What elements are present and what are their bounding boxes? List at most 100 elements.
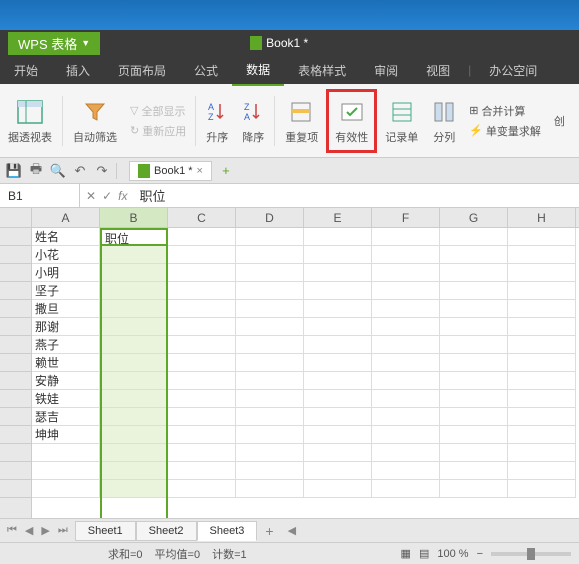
cell[interactable]: 姓名 [32,228,100,246]
row-header[interactable] [0,318,31,336]
cell[interactable] [440,336,508,354]
cell[interactable] [168,408,236,426]
cell[interactable] [508,372,576,390]
cell[interactable] [372,408,440,426]
cell[interactable]: 铁娃 [32,390,100,408]
cell[interactable]: 安静 [32,372,100,390]
view-page-icon[interactable]: ▤ [419,547,429,560]
col-header[interactable]: C [168,208,236,227]
cell[interactable] [168,282,236,300]
create-button[interactable]: 创 [548,89,571,153]
cell[interactable] [168,336,236,354]
fx-confirm-icon[interactable]: ✓ [102,189,112,203]
cell[interactable] [236,372,304,390]
consolidate-button[interactable]: ⊞合并计算 [468,102,542,120]
cell[interactable] [32,462,100,480]
sheet-nav-prev-icon[interactable]: ◀ [22,524,36,537]
cell[interactable] [236,390,304,408]
cell[interactable] [440,480,508,498]
cell[interactable] [100,408,168,426]
cell[interactable] [372,480,440,498]
cell[interactable] [304,408,372,426]
cell[interactable] [100,444,168,462]
document-tab[interactable]: Book1 * × [129,161,212,181]
cell[interactable] [372,282,440,300]
cell[interactable] [168,426,236,444]
row-header[interactable] [0,480,31,498]
cell[interactable] [508,462,576,480]
cell[interactable] [100,390,168,408]
cell[interactable] [304,462,372,480]
cell[interactable] [236,228,304,246]
select-all-corner[interactable] [0,208,32,228]
menu-start[interactable]: 开始 [0,56,52,85]
formula-input[interactable]: 职位 [133,186,171,205]
cell[interactable] [440,300,508,318]
menu-insert[interactable]: 插入 [52,56,104,85]
cell[interactable] [100,462,168,480]
cell[interactable] [508,354,576,372]
cell[interactable]: 那谢 [32,318,100,336]
cell[interactable]: 燕子 [32,336,100,354]
text-to-columns-button[interactable]: 分列 [426,89,462,153]
cell[interactable] [304,372,372,390]
cell[interactable] [372,390,440,408]
sheet-nav-last-icon[interactable]: ⏭ [55,524,71,537]
cell[interactable] [304,228,372,246]
cell[interactable] [236,426,304,444]
cell[interactable] [168,228,236,246]
cell[interactable] [236,336,304,354]
cell[interactable] [372,246,440,264]
sheet-tab[interactable]: Sheet2 [136,521,197,541]
zoom-out-icon[interactable]: − [477,548,483,560]
cell[interactable] [236,264,304,282]
cell[interactable] [372,228,440,246]
autofilter-button[interactable]: 自动筛选 [67,89,123,153]
cell[interactable] [440,264,508,282]
col-header[interactable]: E [304,208,372,227]
cell[interactable] [304,480,372,498]
cell[interactable] [440,462,508,480]
cell[interactable] [372,444,440,462]
cell[interactable] [508,480,576,498]
name-box[interactable]: B1 [0,184,80,207]
cell[interactable]: 小花 [32,246,100,264]
close-tab-icon[interactable]: × [197,165,203,177]
menu-tablestyle[interactable]: 表格样式 [284,56,360,85]
duplicates-button[interactable]: 重复项 [279,89,324,153]
row-header[interactable] [0,372,31,390]
solver-button[interactable]: ⚡单变量求解 [468,122,542,140]
cell[interactable] [304,300,372,318]
cell[interactable] [508,282,576,300]
menu-view[interactable]: 视图 [412,56,464,85]
zoom-slider[interactable] [491,552,571,556]
col-header[interactable]: A [32,208,100,227]
save-icon[interactable]: 💾 [6,163,22,179]
cell[interactable] [168,462,236,480]
sheet-tab[interactable]: Sheet3 [197,521,258,541]
cell[interactable] [236,300,304,318]
row-header[interactable] [0,462,31,480]
cell[interactable] [236,480,304,498]
cell[interactable] [440,354,508,372]
cell[interactable] [508,390,576,408]
cell[interactable] [508,300,576,318]
row-header[interactable] [0,264,31,282]
sort-asc-button[interactable]: AZ 升序 [200,89,234,153]
col-header[interactable]: F [372,208,440,227]
sheet-nav-first-icon[interactable]: ⏮ [4,524,20,537]
cell[interactable] [236,444,304,462]
cell[interactable] [508,408,576,426]
cell[interactable]: 瑟吉 [32,408,100,426]
cell[interactable] [168,354,236,372]
cell[interactable] [440,390,508,408]
col-header[interactable]: D [236,208,304,227]
cell[interactable] [304,390,372,408]
cell[interactable]: 坤坤 [32,426,100,444]
menu-formula[interactable]: 公式 [180,56,232,85]
cell[interactable] [100,318,168,336]
menu-data[interactable]: 数据 [232,55,284,86]
cell[interactable] [508,264,576,282]
cell[interactable] [508,444,576,462]
cell[interactable] [508,336,576,354]
